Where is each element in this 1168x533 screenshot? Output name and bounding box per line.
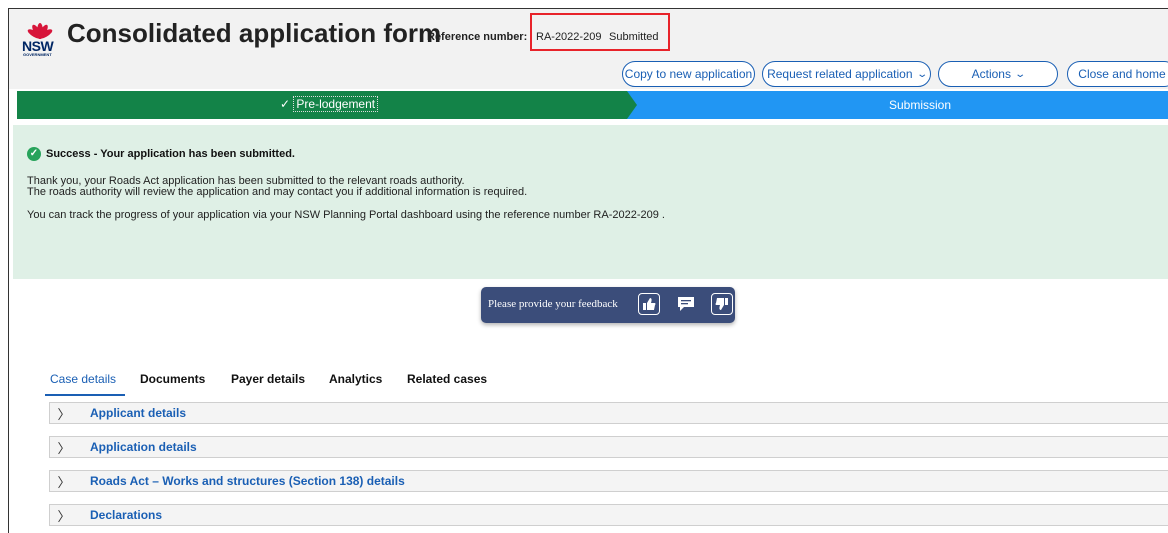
progress-stepper: ✓ Pre-lodgement Submission <box>17 91 1168 119</box>
tab-payer-details[interactable]: Payer details <box>231 372 305 386</box>
request-button-label: Request related application <box>767 67 913 81</box>
accordion-roads-act-details[interactable]: 〉 Roads Act – Works and structures (Sect… <box>49 470 1168 492</box>
accordion-label: Roads Act – Works and structures (Sectio… <box>90 474 405 488</box>
actions-button-label: Actions <box>971 67 1011 81</box>
accordion-application-details[interactable]: 〉 Application details <box>49 436 1168 458</box>
checkmark-icon: ✓ <box>280 97 291 111</box>
thumbs-down-icon <box>715 298 728 310</box>
app-window: NSW GOVERNMENT Consolidated application … <box>8 8 1168 533</box>
reference-number: RA-2022-209 <box>536 31 602 43</box>
success-message-line: You can track the progress of your appli… <box>27 209 665 221</box>
success-check-icon: ✓ <box>27 147 41 161</box>
accordion-label: Application details <box>90 440 197 454</box>
success-panel: ✓ Success - Your application has been su… <box>13 125 1168 279</box>
comment-button[interactable] <box>675 293 697 315</box>
success-heading: Success - Your application has been subm… <box>46 148 295 160</box>
comment-icon <box>678 297 694 311</box>
accordion-label: Declarations <box>90 508 163 522</box>
tab-related-cases[interactable]: Related cases <box>407 372 487 386</box>
status-text: Submitted <box>609 31 659 43</box>
chevron-right-icon: 〉 <box>57 406 71 422</box>
page-title: Consolidated application form <box>67 18 442 48</box>
feedback-prompt: Please provide your feedback <box>488 298 618 310</box>
chevron-down-icon: ⌄ <box>915 68 928 80</box>
accordion-declarations[interactable]: 〉 Declarations <box>49 504 1168 526</box>
feedback-widget: Please provide your feedback <box>481 287 735 323</box>
logo-subtext: GOVERNMENT <box>23 52 52 57</box>
step-arrow <box>627 91 637 119</box>
tab-analytics[interactable]: Analytics <box>329 372 382 386</box>
tab-case-details[interactable]: Case details <box>50 372 116 386</box>
thumbs-up-button[interactable] <box>638 293 660 315</box>
chevron-down-icon: ⌄ <box>1014 68 1027 80</box>
success-message-line: The roads authority will review the appl… <box>27 186 528 198</box>
chevron-right-icon: 〉 <box>57 440 71 456</box>
active-tab-indicator <box>45 394 125 396</box>
thumbs-down-button[interactable] <box>711 293 733 315</box>
tab-documents[interactable]: Documents <box>140 372 205 386</box>
logo-text: NSW <box>22 38 54 54</box>
step-label: Submission <box>889 98 952 112</box>
accordion-applicant-details[interactable]: 〉 Applicant details <box>49 402 1168 424</box>
step-pre-lodgement[interactable]: ✓ Pre-lodgement <box>17 91 627 119</box>
close-and-home-button[interactable]: Close and home <box>1067 61 1168 87</box>
chevron-right-icon: 〉 <box>57 474 71 490</box>
accordion-label: Applicant details <box>90 406 187 420</box>
step-submission[interactable]: Submission <box>627 91 1168 119</box>
copy-button-label: Copy to new application <box>624 67 753 81</box>
step-label: Pre-lodgement <box>293 96 379 112</box>
request-related-application-button[interactable]: Request related application ⌄ <box>762 61 931 87</box>
chevron-right-icon: 〉 <box>57 508 71 524</box>
actions-button[interactable]: Actions ⌄ <box>938 61 1058 87</box>
reference-label: Reference number: <box>427 31 528 43</box>
copy-to-new-application-button[interactable]: Copy to new application <box>622 61 755 87</box>
close-button-label: Close and home <box>1078 67 1166 81</box>
page-header: NSW GOVERNMENT Consolidated application … <box>9 9 1168 89</box>
thumbs-up-icon <box>643 298 656 310</box>
